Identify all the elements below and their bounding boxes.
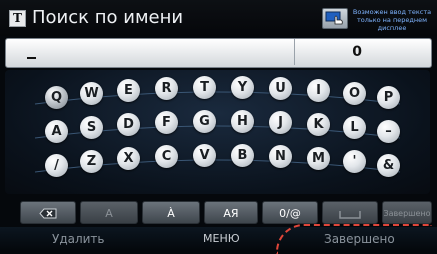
key-i[interactable]: I bbox=[307, 79, 330, 102]
key-m[interactable]: M bbox=[307, 147, 330, 170]
key-f[interactable]: F bbox=[155, 111, 178, 134]
key-y[interactable]: Y bbox=[231, 76, 254, 99]
key-j[interactable]: J bbox=[269, 111, 292, 134]
key-t[interactable]: T bbox=[193, 76, 216, 99]
key-c[interactable]: C bbox=[155, 145, 178, 168]
key-p[interactable]: P bbox=[377, 86, 400, 109]
key-o[interactable]: O bbox=[343, 82, 366, 105]
backspace-icon bbox=[39, 208, 57, 219]
key-b[interactable]: B bbox=[231, 144, 254, 167]
menu-button[interactable]: МЕНЮ bbox=[203, 229, 240, 249]
space-icon bbox=[339, 211, 361, 219]
key-k[interactable]: K bbox=[307, 113, 330, 136]
input-divider bbox=[294, 39, 295, 65]
key-dash[interactable]: – bbox=[377, 120, 400, 143]
title-bar: T Поиск по имени Возможен ввод текста то… bbox=[0, 0, 437, 36]
key-w[interactable]: W bbox=[80, 82, 103, 105]
result-count: 0 bbox=[352, 44, 362, 60]
key-g[interactable]: G bbox=[193, 110, 216, 133]
hand-touch-icon bbox=[325, 11, 343, 25]
lowercase-toggle-button[interactable]: A bbox=[80, 201, 138, 224]
key-x[interactable]: X bbox=[117, 147, 140, 170]
key-e[interactable]: E bbox=[117, 79, 140, 102]
key-apostrophe[interactable]: ' bbox=[343, 150, 366, 173]
key-v[interactable]: V bbox=[193, 144, 216, 167]
space-button[interactable] bbox=[322, 201, 378, 224]
key-q[interactable]: Q bbox=[45, 86, 68, 109]
key-d[interactable]: D bbox=[117, 113, 140, 136]
backspace-button[interactable] bbox=[20, 201, 76, 224]
keyboard-arcs-decoration bbox=[34, 91, 401, 173]
front-display-input-button[interactable] bbox=[322, 8, 348, 29]
key-u[interactable]: U bbox=[269, 77, 292, 100]
key-z[interactable]: Z bbox=[80, 150, 103, 173]
text-cursor bbox=[27, 57, 36, 59]
key-n[interactable]: N bbox=[269, 145, 292, 168]
done-key-button[interactable]: Завершено bbox=[382, 201, 432, 224]
page-title: Поиск по имени bbox=[32, 7, 184, 28]
key-ampersand[interactable]: & bbox=[377, 154, 400, 177]
delete-button[interactable]: Удалить bbox=[52, 229, 105, 249]
key-r[interactable]: R bbox=[155, 77, 178, 100]
alphabet-toggle-button[interactable]: AЯ bbox=[204, 201, 258, 224]
text-input-icon: T bbox=[9, 10, 26, 27]
key-h[interactable]: H bbox=[231, 110, 254, 133]
keyboard-panel bbox=[5, 70, 430, 194]
key-a[interactable]: A bbox=[45, 120, 68, 143]
symbols-button[interactable]: 0/@ bbox=[262, 201, 318, 224]
input-mode-hint: Возможен ввод текста только на переднем … bbox=[352, 8, 432, 32]
key-l[interactable]: L bbox=[343, 116, 366, 139]
accent-button[interactable]: À bbox=[142, 201, 200, 224]
key-s[interactable]: S bbox=[80, 116, 103, 139]
key-slash[interactable]: / bbox=[45, 154, 68, 177]
name-search-screen: T Поиск по имени Возможен ввод текста то… bbox=[0, 0, 437, 254]
